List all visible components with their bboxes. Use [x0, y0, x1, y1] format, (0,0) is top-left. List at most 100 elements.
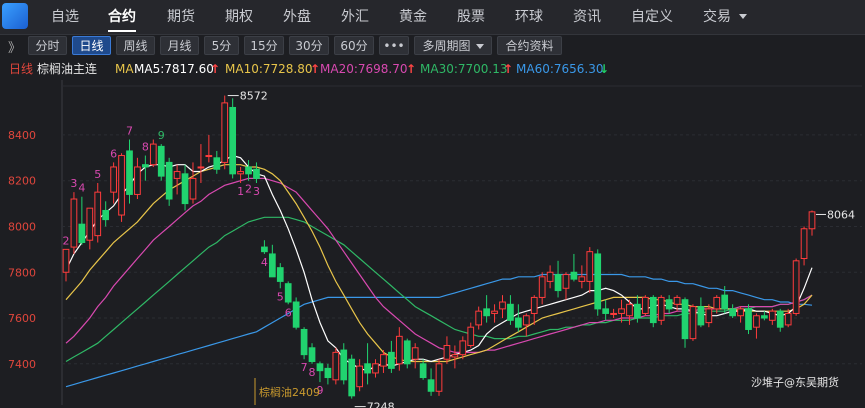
candle-body: [713, 296, 721, 310]
candle-body: [364, 363, 371, 374]
candle-body: [578, 276, 586, 282]
candle-body: [165, 161, 173, 200]
td-count-label: 4: [78, 182, 85, 195]
candle-body: [515, 317, 522, 328]
candle-body: [459, 340, 467, 356]
candle-body: [419, 363, 427, 379]
candle-body: [634, 303, 641, 319]
candle-body: [768, 310, 776, 321]
candle-body: [213, 157, 221, 170]
candle-body: [102, 209, 110, 221]
y-tick-label-7800: 7800: [8, 266, 36, 279]
td-count-label: 8: [309, 366, 316, 379]
td-count-label: 4: [261, 256, 268, 269]
y-tick-label-7400: 7400: [8, 358, 36, 371]
candle-body: [94, 191, 102, 237]
candle-body: [451, 354, 459, 358]
candle-body: [70, 198, 78, 248]
candle-body: [197, 166, 205, 169]
candle-body: [292, 301, 300, 328]
candle-body: [689, 306, 697, 340]
candle-body: [86, 207, 94, 241]
td-count-label: 1: [237, 185, 244, 198]
candle-body: [673, 296, 681, 305]
candle-body: [594, 253, 602, 310]
candle-body: [276, 267, 284, 282]
candle-body: [562, 274, 570, 289]
candlestick-chart: 74007600780080008200840023 4567891 2 34567 8…: [8, 80, 862, 408]
candle-body: [697, 306, 705, 326]
candle-body: [229, 106, 237, 175]
candle-body: [181, 173, 189, 205]
td-count-label: 6: [110, 147, 117, 160]
candle-body: [308, 347, 316, 363]
candle-body: [157, 145, 165, 177]
candle-body: [792, 260, 800, 314]
candle-body: [483, 308, 490, 317]
candle-body: [467, 326, 475, 346]
candle-body: [570, 271, 578, 280]
candle-body: [395, 335, 403, 365]
candle-body: [427, 379, 435, 392]
candle-body: [411, 347, 419, 360]
candle-body: [745, 308, 752, 330]
td-count-label: 6: [285, 306, 292, 319]
candle-body: [348, 358, 356, 397]
candle-body: [340, 349, 348, 381]
candle-body: [205, 155, 213, 158]
candle-body: [245, 166, 252, 175]
td-count-label: 2: [245, 183, 252, 196]
y-tick-label-8400: 8400: [8, 129, 36, 142]
td-count-label: 7: [126, 125, 133, 138]
candle-body: [530, 296, 538, 314]
candle-body: [388, 351, 395, 369]
candle-body: [300, 328, 308, 356]
candle-body: [149, 143, 157, 166]
y-tick-label-7600: 7600: [8, 312, 36, 325]
td-count-label: 7: [301, 361, 308, 374]
td-count-label: 3: [253, 185, 260, 198]
candle-body: [681, 299, 689, 340]
watermark-text: 沙堆子@东吴期货: [751, 375, 839, 389]
td-count-label: 2: [63, 234, 70, 247]
candle-body: [380, 354, 387, 367]
candle-body: [499, 301, 506, 310]
candle-body: [403, 340, 411, 365]
candle-body: [602, 308, 610, 314]
candle-body: [737, 308, 744, 317]
candle-body: [586, 251, 594, 282]
candle-body: [618, 308, 625, 314]
candle-body: [221, 102, 229, 163]
candle-body: [784, 312, 792, 326]
candle-body: [189, 177, 197, 200]
candle-body: [356, 365, 363, 388]
candle-body: [538, 276, 546, 298]
candle-body: [626, 303, 633, 317]
ma5-line: [65, 154, 813, 372]
candle-body: [268, 253, 276, 278]
last-price-label: 8064: [827, 208, 855, 221]
y-tick-label-8200: 8200: [8, 175, 36, 188]
td-count-label: 8: [142, 141, 149, 154]
candle-body: [800, 228, 808, 260]
candle-body: [522, 315, 530, 326]
candle-body: [118, 155, 125, 216]
candle-body: [237, 171, 244, 175]
candle-body: [173, 171, 181, 179]
candle-body: [554, 274, 562, 292]
candle-body: [62, 248, 70, 273]
candle-body: [78, 223, 86, 243]
candle-body: [610, 312, 617, 315]
candle-body: [142, 164, 149, 168]
td-count-label: 9: [158, 129, 165, 142]
candle-body: [753, 315, 760, 328]
max-price-label: 8572: [240, 90, 268, 103]
td-count-label: 5: [94, 168, 101, 181]
candle-body: [649, 296, 657, 324]
y-tick-label-8000: 8000: [8, 220, 36, 233]
ma30-line: [65, 216, 813, 363]
min-price-label: 7248: [367, 401, 395, 408]
candle-body: [435, 363, 443, 392]
candle-body: [507, 303, 514, 321]
candle-body: [705, 308, 713, 324]
